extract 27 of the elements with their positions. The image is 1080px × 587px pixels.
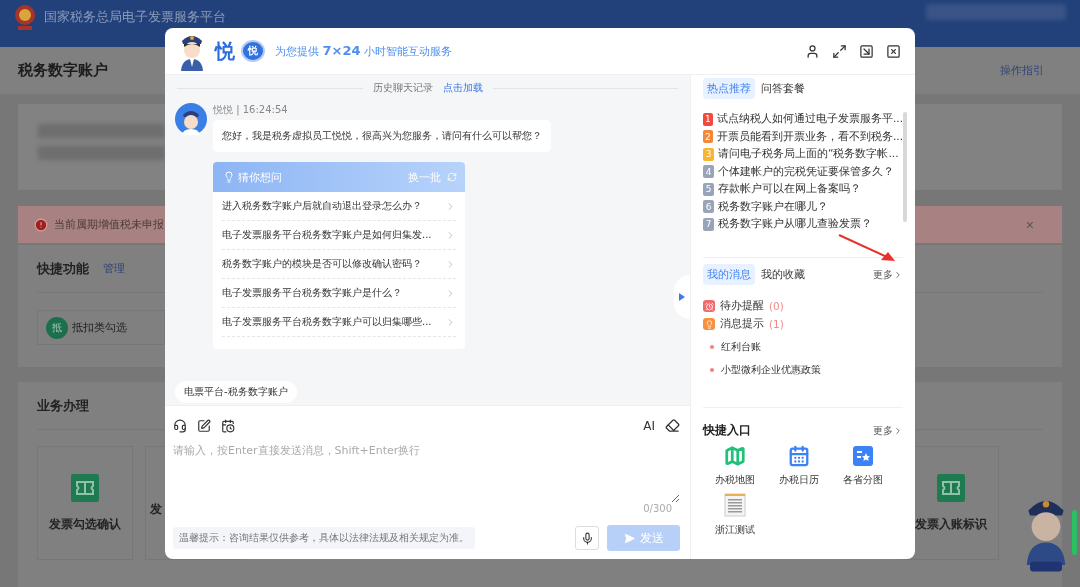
notice-count: (1) [769,318,784,330]
assistant-badge: 悦 [241,40,265,62]
history-label: 历史聊天记录 [372,81,433,95]
rank-badge: 5 [703,182,714,196]
suggestions-title: 猜你想问 [238,169,282,185]
assistant-name: 悦 [215,37,235,65]
rank-badge: 3 [703,147,714,161]
context-tag: 电票平台-税务数字账户 [175,381,297,403]
disclaimer-hint: 温馨提示：咨询结果仅供参考，具体以法律法规及相关规定为准。 [173,527,475,549]
rank-badge: 2 [703,130,713,143]
rank-badge: 7 [703,217,714,231]
message-bubble: 您好，我是税务虚拟员工悦悦，很高兴为您服务，请问有什么可以帮您？ [213,120,551,152]
platform-title: 国家税务总局电子发票服务平台 [44,8,226,26]
section-title: 快捷功能 [37,259,89,278]
sender-time: 悦悦 | 16:24:54 [213,103,288,117]
function-badge: 抵 [46,316,68,339]
page-heading: 税务数字账户 [18,61,108,80]
slogan: 为您提供 7×24 小时智能互动服务 [275,43,453,59]
function-label: 抵扣类勾选 [72,320,127,335]
section-title: 业务办理 [37,396,89,415]
notice-count: (0) [769,300,784,312]
char-counter: 0/300 [643,503,672,514]
alert-text: 当前属期增值税未申报 [54,217,164,232]
rank-badge: 4 [703,165,714,178]
rank-badge: 1 [703,112,713,126]
section-title: 快捷入口 [703,422,751,439]
rank-badge: 6 [703,200,714,213]
